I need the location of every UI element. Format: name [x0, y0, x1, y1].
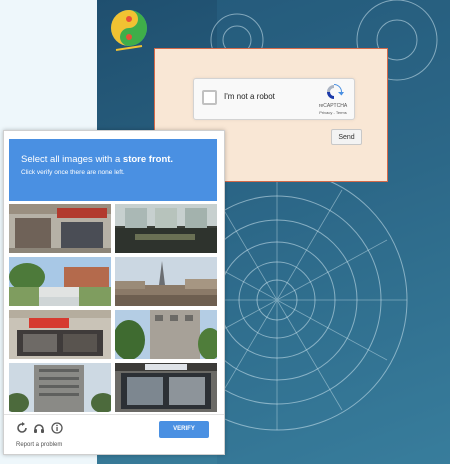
image-tile[interactable]: [9, 310, 111, 359]
image-tile[interactable]: [115, 257, 217, 306]
recaptcha-widget[interactable]: I'm not a robot reCAPTCHA Privacy - Term…: [193, 78, 355, 120]
image-tile[interactable]: [115, 363, 217, 412]
image-challenge-popup: Select all images with a store front. Cl…: [3, 130, 225, 455]
image-tile[interactable]: [9, 363, 111, 412]
image-tile[interactable]: [9, 204, 111, 253]
challenge-prompt: Select all images with a store front.: [21, 154, 173, 165]
reload-icon[interactable]: [16, 422, 28, 434]
info-icon[interactable]: [51, 422, 63, 434]
recaptcha-checkbox[interactable]: [202, 90, 217, 105]
audio-icon[interactable]: [33, 422, 45, 434]
recaptcha-links[interactable]: Privacy - Terms: [312, 110, 354, 115]
recaptcha-logo-icon: [327, 84, 344, 99]
recaptcha-brand: reCAPTCHA: [318, 103, 348, 109]
send-button[interactable]: Send: [331, 129, 362, 145]
image-tile[interactable]: [9, 257, 111, 306]
challenge-instruction: Click verify once there are none left.: [21, 169, 125, 176]
challenge-prompt-target: store front.: [122, 154, 174, 165]
image-tile[interactable]: [115, 310, 217, 359]
image-tile[interactable]: [115, 204, 217, 253]
challenge-prompt-prefix: Select all images with a: [21, 154, 123, 165]
report-problem-link[interactable]: Report a problem: [16, 442, 62, 448]
image-grid: [9, 204, 217, 412]
footer-divider: [4, 414, 224, 415]
recaptcha-checkbox-label: I'm not a robot: [224, 92, 275, 101]
verify-button[interactable]: VERIFY: [159, 421, 209, 438]
site-logo: [108, 6, 152, 56]
challenge-header: Select all images with a store front. Cl…: [9, 139, 217, 201]
